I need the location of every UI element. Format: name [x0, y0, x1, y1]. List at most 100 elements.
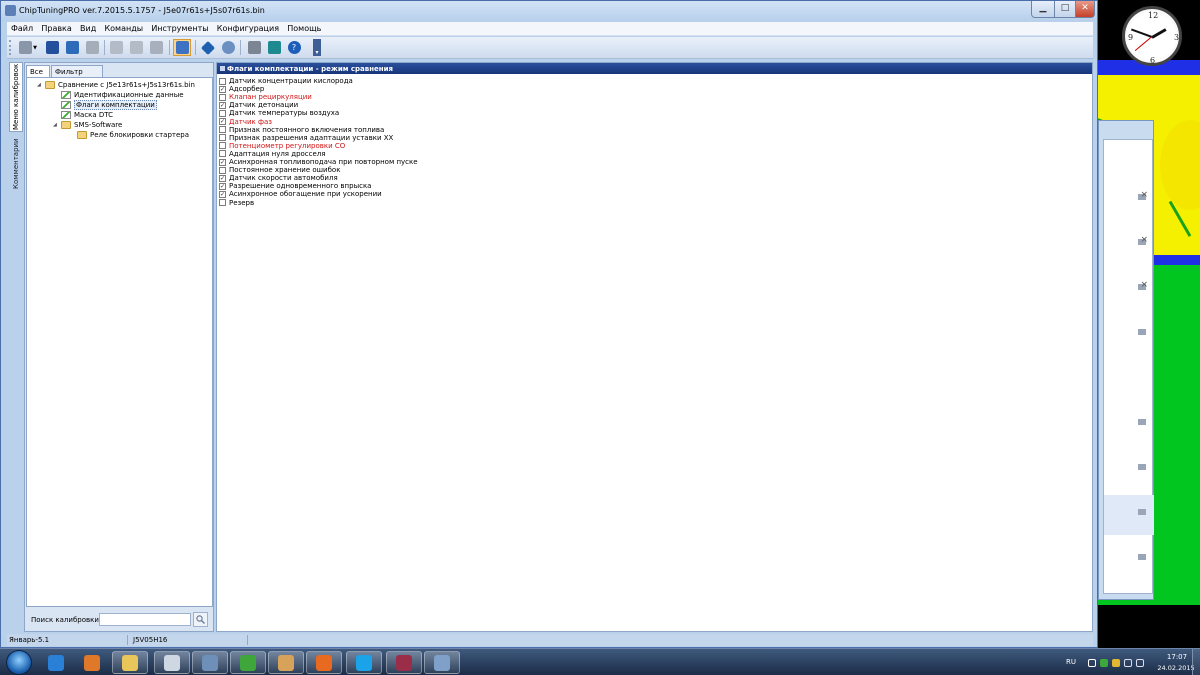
copy-icon [109, 41, 123, 54]
chevron-down-icon: ▾ [315, 49, 319, 56]
search-go-button[interactable] [193, 612, 208, 627]
help-button[interactable]: ? [285, 39, 303, 56]
show-desktop-button[interactable] [1192, 649, 1200, 675]
close-icon[interactable]: × [1140, 190, 1148, 200]
flag-checkbox[interactable] [219, 126, 226, 134]
flag-label: Адаптация нуля дросселя [229, 149, 326, 158]
toolbar-separator [195, 40, 196, 55]
flag-checkbox[interactable]: ✓ [219, 182, 226, 190]
compare-mode-button[interactable] [173, 39, 191, 56]
tab-filter[interactable]: Фильтр [51, 65, 103, 77]
tree-item[interactable]: ◢ SMS-Software [53, 120, 122, 130]
tab-comments[interactable]: Комментарии [9, 134, 23, 194]
navigate-button[interactable] [199, 39, 217, 56]
tray-expand-icon[interactable] [1088, 659, 1096, 667]
maximize-button[interactable]: □ [1054, 1, 1076, 18]
copy-button[interactable] [107, 39, 125, 56]
flag-checkbox[interactable] [219, 109, 226, 117]
print-icon [85, 41, 99, 54]
taskbar-calendar-button[interactable] [154, 651, 190, 674]
tree-expander-icon[interactable]: ◢ [53, 122, 59, 128]
flag-checkbox[interactable] [219, 166, 226, 174]
flag-checkbox[interactable] [219, 77, 226, 85]
folder-icon [1138, 419, 1146, 425]
flag-checkbox[interactable]: ✓ [219, 85, 226, 93]
app-icon[interactable] [5, 5, 16, 16]
checklist-icon [61, 91, 71, 99]
firefox-icon [316, 654, 332, 671]
menu-tools[interactable]: Инструменты [147, 22, 210, 33]
taskbar-paint-button[interactable] [268, 651, 304, 674]
flag-checkbox[interactable] [219, 150, 226, 158]
flag-checkbox[interactable] [219, 142, 226, 150]
save-as-button[interactable] [63, 39, 81, 56]
flag-checkbox[interactable]: ✓ [219, 101, 226, 109]
checklist-icon [61, 101, 71, 109]
taskbar-ctp-window-button[interactable] [424, 651, 460, 674]
close-button[interactable]: ✕ [1075, 1, 1095, 18]
flag-item: Потенциометр регулировки СО [219, 142, 345, 150]
taskbar-firefox-button[interactable] [306, 651, 342, 674]
taskbar-utorrent-button[interactable] [230, 651, 266, 674]
flag-checkbox[interactable]: ✓ [219, 118, 226, 125]
flag-item: ✓ Датчик детонации [219, 101, 298, 109]
undo-button[interactable] [147, 39, 165, 56]
flag-checkbox[interactable] [219, 199, 226, 206]
utorrent-tray-icon[interactable] [1100, 659, 1108, 667]
flag-checkbox[interactable]: ✓ [219, 174, 226, 182]
close-icon[interactable]: × [1140, 235, 1148, 245]
menu-edit[interactable]: Правка [37, 22, 73, 33]
settings-button[interactable] [245, 39, 263, 56]
tree-item[interactable]: Реле блокировки стартера [69, 130, 189, 140]
print-button[interactable] [83, 39, 101, 56]
tools-icon [247, 41, 261, 54]
tree-item[interactable]: Маска DTC [53, 110, 113, 120]
menu-configuration[interactable]: Конфигурация [213, 22, 281, 33]
tree-expander-icon[interactable]: ◢ [37, 82, 43, 88]
minimize-button[interactable]: ▁ [1031, 1, 1055, 18]
taskbar-media-player-button[interactable] [74, 651, 110, 674]
paste-button[interactable] [127, 39, 145, 56]
taskbar-ie-button[interactable] [38, 651, 74, 674]
flag-checkbox[interactable] [219, 134, 226, 142]
save-button[interactable] [43, 39, 61, 56]
taskbar-chiptuning-button[interactable] [192, 651, 228, 674]
clock-date[interactable]: 24.02.2015 [1156, 664, 1196, 672]
flag-item: Адаптация нуля дросселя [219, 150, 326, 158]
tab-calibration-menu[interactable]: Меню калибровок [9, 62, 23, 132]
tree-item[interactable]: ◢ Сравнение с J5e13r61s+J5s13r61s.bin [37, 80, 195, 90]
tree-item[interactable]: Флаги комплектации [53, 100, 157, 110]
menu-view[interactable]: Вид [76, 22, 98, 33]
toolbar-separator [169, 40, 170, 55]
open-button[interactable]: ▼ [15, 39, 41, 56]
menu-commands[interactable]: Команды [100, 22, 145, 33]
status-separator [127, 635, 128, 645]
network-icon[interactable] [1124, 659, 1132, 667]
taskbar-winrar-button[interactable] [386, 651, 422, 674]
menu-file[interactable]: Файл [7, 22, 35, 33]
menu-help[interactable]: Помощь [283, 22, 323, 33]
flag-checkbox[interactable] [219, 93, 226, 101]
search-button[interactable] [219, 39, 237, 56]
taskbar-explorer-button[interactable] [112, 651, 148, 674]
flag-item: ✓ Асинхронная топливоподача при повторном… [219, 158, 418, 166]
tree-item[interactable]: Идентификационные данные [53, 90, 184, 100]
action-center-icon[interactable] [1112, 659, 1120, 667]
clock-time[interactable]: 17:07 [1160, 653, 1194, 661]
clock-gadget[interactable]: 12 3 6 9 [1120, 4, 1184, 80]
flag-checkbox[interactable]: ✓ [219, 190, 226, 198]
background-window[interactable]: × × × [1098, 120, 1154, 600]
tab-all[interactable]: Все [26, 65, 50, 77]
language-indicator[interactable]: RU [1066, 658, 1076, 666]
volume-icon[interactable] [1136, 659, 1144, 667]
flag-checkbox[interactable]: ✓ [219, 158, 226, 166]
close-icon[interactable]: × [1140, 280, 1148, 290]
taskbar-skype-button[interactable] [346, 651, 382, 674]
start-button[interactable] [6, 650, 32, 675]
title-bar[interactable]: ChipTuningPRO ver.7.2015.5.1757 - J5e07r… [1, 1, 1097, 21]
explorer-icon [122, 654, 138, 671]
toolbar-overflow-button[interactable]: ▾ [313, 39, 321, 56]
search-input[interactable] [99, 613, 191, 626]
connect-button[interactable] [265, 39, 283, 56]
toolbar-grip[interactable] [9, 40, 12, 55]
